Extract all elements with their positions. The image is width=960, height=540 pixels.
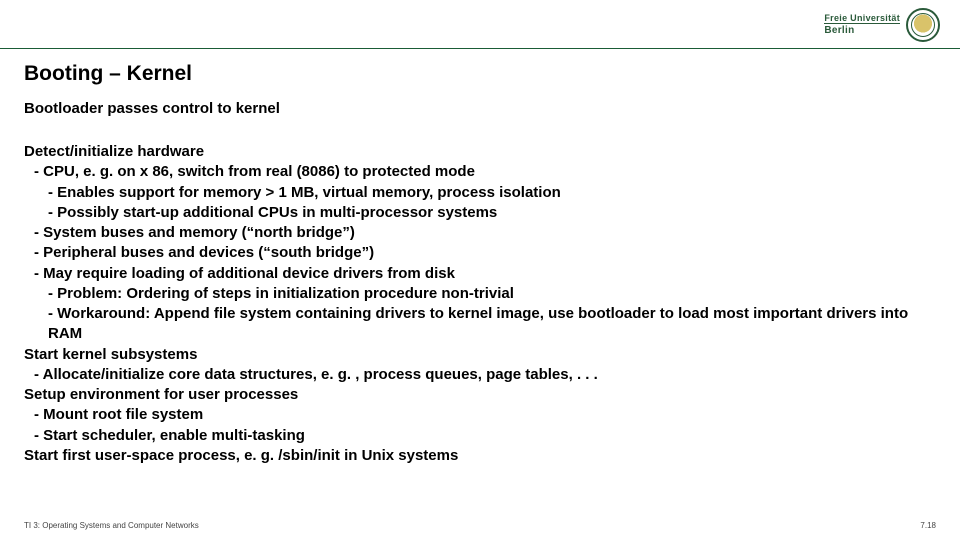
body-line: Start first user-space process, e. g. /s…: [24, 446, 936, 466]
university-name-bottom: Berlin: [824, 23, 900, 36]
slide-title: Booting – Kernel: [24, 62, 192, 86]
body-line: - Start scheduler, enable multi-tasking: [34, 426, 936, 446]
body-line: - Allocate/initialize core data structur…: [34, 365, 936, 385]
header-divider: [0, 48, 960, 49]
body-line: - Enables support for memory > 1 MB, vir…: [48, 183, 936, 203]
footer-course: TI 3: Operating Systems and Computer Net…: [24, 521, 199, 530]
body-line: - Peripheral buses and devices (“south b…: [34, 243, 936, 263]
university-seal-icon: [906, 8, 940, 42]
slide: Freie Universität Berlin Booting – Kerne…: [0, 0, 960, 540]
body-line: - May require loading of additional devi…: [34, 264, 936, 284]
body-line: Detect/initialize hardware: [24, 142, 936, 162]
slide-body: Detect/initialize hardware - CPU, e. g. …: [24, 142, 936, 466]
body-line: - Problem: Ordering of steps in initiali…: [48, 284, 936, 304]
footer-page-number: 7.18: [920, 521, 936, 530]
body-line: - Possibly start-up additional CPUs in m…: [48, 203, 936, 223]
slide-subtitle: Bootloader passes control to kernel: [24, 100, 280, 117]
body-line: - Mount root file system: [34, 405, 936, 425]
body-line: Start kernel subsystems: [24, 345, 936, 365]
university-name: Freie Universität Berlin: [824, 14, 900, 37]
body-line: - Workaround: Append file system contain…: [48, 304, 936, 345]
university-logo-block: Freie Universität Berlin: [824, 8, 940, 42]
body-line: - CPU, e. g. on x 86, switch from real (…: [34, 162, 936, 182]
body-line: - System buses and memory (“north bridge…: [34, 223, 936, 243]
body-line: Setup environment for user processes: [24, 385, 936, 405]
university-name-top: Freie Universität: [824, 14, 900, 24]
